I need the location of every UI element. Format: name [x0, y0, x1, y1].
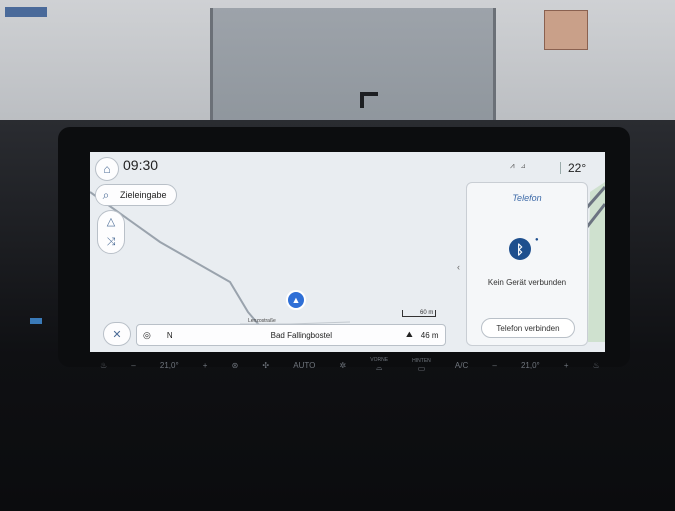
tools-button[interactable]: ✕ — [103, 322, 131, 346]
compass-icon: ◎ — [143, 329, 151, 340]
phone-card-title: Telefon — [512, 193, 542, 203]
signal-icon: ⩘ — [510, 161, 517, 170]
steering-heat-icon[interactable]: ⊛ — [232, 361, 239, 370]
infotainment-screen: ⌂ 09:30 ⌕ Zieleingabe △ ⤨ ⩘ ⊿ 22° ‹ Tele… — [90, 152, 605, 352]
phone-card: Telefon ᛒ ● Kein Gerät verbunden Telefon… — [466, 182, 588, 346]
climate-strip: ♨ – 21,0° + ⊛ ✣ AUTO ✲ VORNE ⌓ HINTEN ▭ … — [100, 353, 600, 377]
front-defrost-icon: ⌓ — [375, 363, 383, 372]
background-door — [210, 8, 496, 133]
temp-up-right[interactable]: + — [564, 361, 569, 370]
destination-search-button[interactable]: ⌕ Zieleingabe — [95, 184, 177, 206]
vehicle-position-icon: ▲ — [288, 292, 304, 308]
seat-heat-right-icon[interactable]: ♨ — [593, 361, 600, 370]
altitude-icon: ⛰ — [406, 330, 413, 339]
tools-icon: ✕ — [112, 328, 122, 341]
wall-object — [5, 7, 47, 17]
auto-button[interactable]: AUTO — [293, 361, 315, 370]
location-label: Bad Fallingbostel — [270, 330, 333, 340]
map-view-controls: △ ⤨ — [97, 210, 125, 254]
seat-heat-left-icon[interactable]: ♨ — [100, 361, 107, 370]
rear-defrost-button[interactable]: HINTEN ▭ — [412, 358, 431, 373]
bluetooth-status-dot-icon: ● — [535, 237, 539, 243]
fan-speed-icon[interactable]: ✲ — [339, 361, 346, 370]
home-icon: ⌂ — [103, 162, 111, 176]
search-label: Zieleingabe — [120, 190, 167, 200]
status-divider — [560, 162, 561, 174]
no-device-text: Kein Gerät verbunden — [487, 278, 567, 287]
clock: 09:30 — [123, 157, 159, 173]
front-defrost-button[interactable]: VORNE ⌓ — [370, 357, 388, 373]
door-handle-stem — [360, 92, 364, 108]
search-icon: ⌕ — [96, 185, 116, 205]
ac-button[interactable]: A/C — [455, 361, 468, 370]
altitude-label: 46 m — [420, 330, 439, 340]
collapse-map-icon[interactable]: ⤨ — [107, 236, 116, 249]
no-signal-icon: ⊿ — [520, 161, 528, 170]
status-icons: ⩘ ⊿ — [510, 161, 527, 171]
heading-label: N — [166, 330, 173, 340]
rear-defrost-icon: ▭ — [417, 363, 426, 373]
outside-temperature: 22° — [568, 161, 587, 175]
connect-phone-button[interactable]: Telefon verbinden — [481, 318, 575, 338]
left-temperature: 21,0° — [159, 360, 179, 370]
dash-indicator — [30, 318, 42, 324]
map-scale-label: 60 m — [420, 310, 434, 316]
bluetooth-icon: ᛒ — [509, 238, 531, 260]
home-button[interactable]: ⌂ — [95, 157, 119, 181]
collapse-card-chevron-icon[interactable]: ‹ — [457, 262, 460, 272]
compass-mode-icon[interactable]: △ — [107, 215, 115, 228]
nav-info-bar[interactable]: ◎ N Bad Fallingbostel ⛰ 46 m — [136, 324, 446, 346]
temp-up-left[interactable]: + — [203, 361, 208, 370]
temp-down-right[interactable]: – — [492, 361, 496, 370]
right-temperature: 21,0° — [520, 360, 540, 370]
wall-poster — [544, 10, 588, 50]
fan-icon[interactable]: ✣ — [262, 361, 269, 370]
temp-down-left[interactable]: – — [131, 361, 135, 370]
